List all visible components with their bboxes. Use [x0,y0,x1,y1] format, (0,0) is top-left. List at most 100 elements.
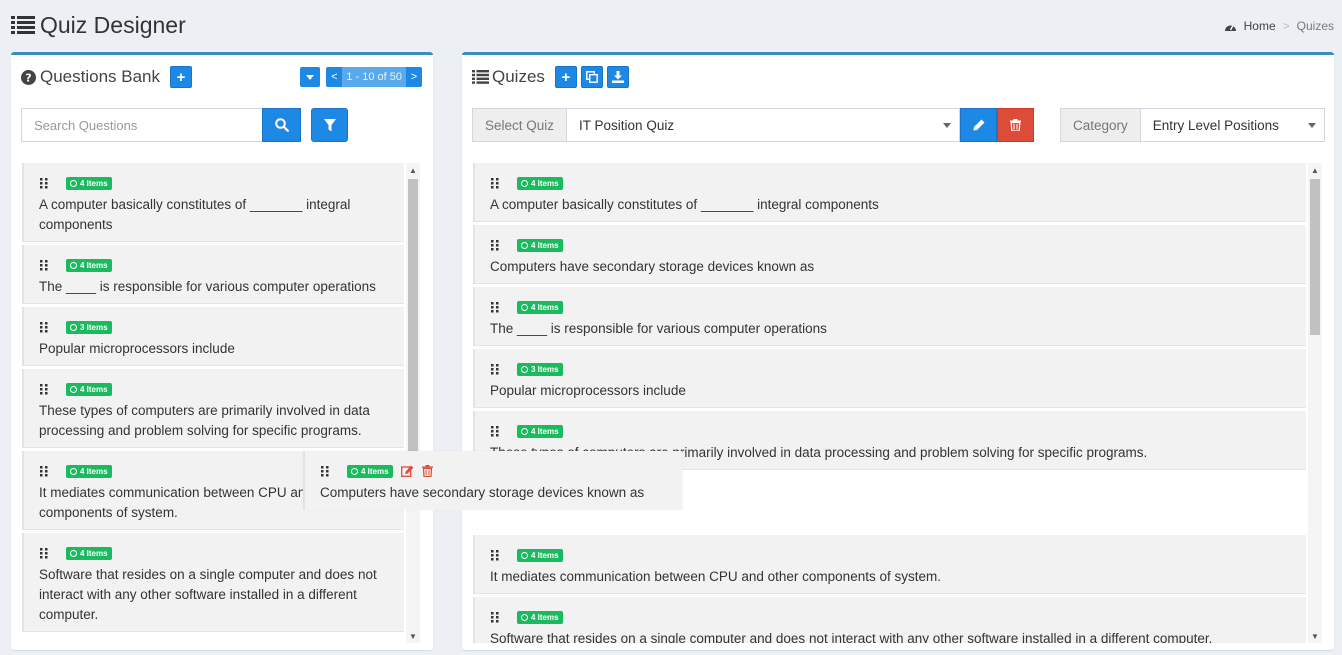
question-meta: 4 Items [490,548,1292,562]
copy-quiz-button[interactable] [580,66,603,88]
drag-handle-icon[interactable] [490,425,500,437]
items-count-badge: 3 Items [517,362,563,376]
clock-icon [521,613,528,621]
download-quiz-button[interactable] [606,66,629,88]
drag-handle-icon[interactable] [320,465,330,477]
breadcrumb-current: Quizes [1296,19,1334,33]
prev-page-button[interactable]: < [326,67,343,87]
question-item[interactable]: 3 Items Popular microprocessors include [473,349,1306,408]
scroll-up-arrow[interactable]: ▲ [406,163,420,177]
scroll-down-arrow[interactable]: ▼ [1308,629,1322,643]
question-text: Popular microprocessors include [490,383,686,398]
items-count-badge: 4 Items [66,546,112,560]
next-page-button[interactable]: > [406,67,422,87]
page-title: Quiz Designer [40,11,186,38]
question-item[interactable]: 4 Items Computers have secondary storage … [473,225,1306,284]
items-count-badge: 4 Items [517,424,563,438]
items-count-badge: 4 Items [517,610,563,624]
clock-icon [70,261,77,269]
breadcrumb-home[interactable]: Home [1244,19,1276,33]
drag-handle-icon[interactable] [490,549,500,561]
question-meta: 4 Items [39,258,390,272]
clock-icon [70,385,77,393]
question-text: A computer basically constitutes of ____… [39,197,351,232]
chevron-down-icon [1307,123,1316,128]
page-size-dropdown-button[interactable] [300,67,321,87]
search-button[interactable] [262,108,301,142]
questions-bank-list: 4 Items A computer basically constitutes … [22,163,404,643]
question-meta: 4 Items [39,546,390,560]
question-text: It mediates communication between CPU an… [490,569,941,584]
question-text: These types of computers are primarily i… [39,403,370,438]
dragged-question-item[interactable]: 4 Items Computers have secondary storage… [303,451,682,510]
scroll-thumb[interactable] [1310,179,1320,335]
drag-handle-icon[interactable] [490,363,500,375]
drag-handle-icon[interactable] [490,177,500,189]
items-count-badge: 4 Items [517,176,563,190]
question-text: Computers have secondary storage devices… [490,259,815,274]
select-quiz-dropdown[interactable]: IT Position Quiz [567,108,961,142]
category-dropdown[interactable]: Entry Level Positions [1140,108,1325,142]
question-meta: 4 Items [490,238,1292,252]
questions-bank-scrollbar[interactable]: ▲ ▼ [406,163,420,643]
edit-quiz-button[interactable] [960,108,998,142]
drag-handle-icon[interactable] [490,239,500,251]
caret-down-icon [306,74,315,80]
drag-handle-icon[interactable] [39,259,49,271]
drag-handle-icon[interactable] [39,321,49,333]
filter-button[interactable] [311,108,348,142]
question-item[interactable]: 4 Items The ____ is responsible for vario… [473,287,1306,346]
scroll-thumb[interactable] [408,179,418,469]
question-text: The ____ is responsible for various comp… [490,321,827,336]
clock-icon [521,427,528,435]
scroll-up-arrow[interactable]: ▲ [1308,163,1322,177]
search-input[interactable] [21,108,262,142]
quizes-panel: Quizes + Select Quiz IT Position Quiz Ca… [462,52,1334,650]
list-icon [472,70,489,84]
quizes-header: Quizes + [472,66,629,88]
question-item[interactable]: 4 Items A computer basically constitutes … [473,163,1306,222]
clock-icon [70,549,77,557]
question-item[interactable]: 4 Items A computer basically constitutes … [22,163,404,242]
drag-handle-icon[interactable] [39,177,49,189]
plus-icon: + [561,68,571,86]
drag-handle-icon[interactable] [39,383,49,395]
quiz-questions-list: 4 Items A computer basically constitutes … [473,163,1306,643]
question-text: Computers have secondary storage devices… [320,485,645,500]
add-question-button[interactable]: + [170,66,193,88]
list-icon [11,16,35,34]
edit-icon[interactable] [400,465,414,477]
quiz-questions-scrollbar[interactable]: ▲ ▼ [1308,163,1322,643]
clock-icon [521,365,528,373]
question-item[interactable]: 4 Items Software that resides on a single… [473,597,1306,643]
trash-icon[interactable] [421,465,433,477]
question-meta: 4 Items [320,464,672,478]
items-count-badge: 4 Items [517,238,563,252]
plus-icon: + [176,68,186,86]
drag-handle-icon[interactable] [490,301,500,313]
clock-icon [521,303,528,311]
pagination: < 1 - 10 of 50 > [300,67,422,87]
question-item[interactable]: 4 Items Software that resides on a single… [22,533,404,632]
category-group: Category Entry Level Positions [1060,108,1325,142]
clock-icon [521,551,528,559]
question-item[interactable]: 3 Items Popular microprocessors include [22,307,404,366]
drag-handle-icon[interactable] [490,611,500,623]
question-item[interactable]: 4 Items It mediates communication between… [473,535,1306,594]
items-count-badge: 4 Items [347,464,393,478]
delete-quiz-button[interactable] [997,108,1035,142]
select-quiz-label: Select Quiz [472,108,568,142]
question-item[interactable]: 4 Items The ____ is responsible for vario… [22,245,404,304]
question-item[interactable]: 4 Items These types of computers are prim… [22,369,404,448]
add-quiz-button[interactable]: + [554,66,577,88]
question-meta: 4 Items [39,382,390,396]
items-count-badge: 4 Items [517,300,563,314]
search-icon [274,118,289,132]
page-header: Quiz Designer [11,8,186,42]
scroll-down-arrow[interactable]: ▼ [406,629,420,643]
clock-icon [70,179,77,187]
drag-handle-icon[interactable] [39,547,49,559]
question-meta: 4 Items [490,610,1292,624]
items-count-badge: 3 Items [66,320,112,334]
drag-handle-icon[interactable] [39,465,49,477]
